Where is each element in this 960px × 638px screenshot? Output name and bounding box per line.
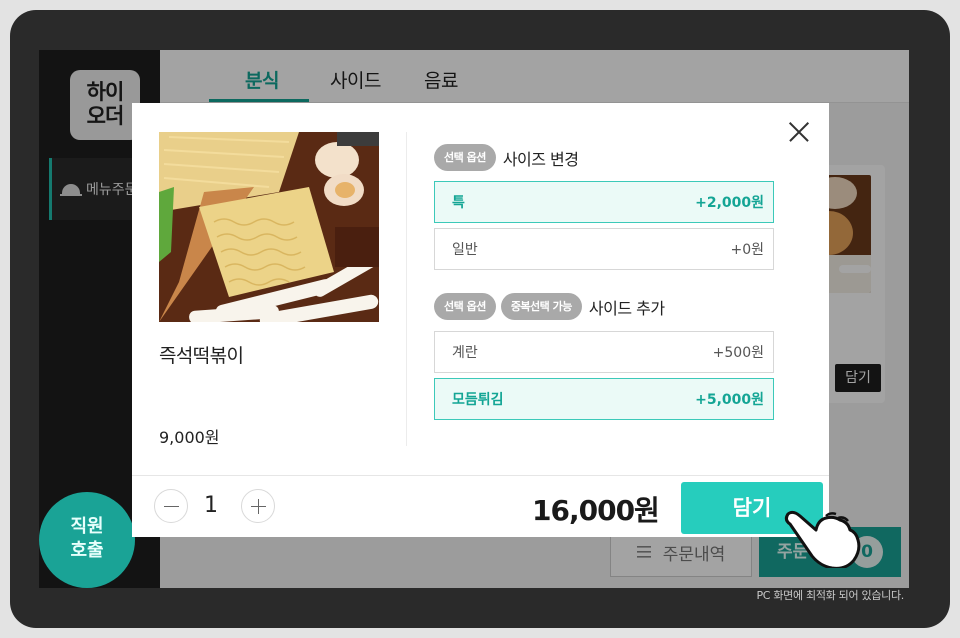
quantity-value: 1 (204, 493, 218, 518)
food-name: 즉석떡볶이 (159, 345, 244, 367)
decrease-quantity-button[interactable] (154, 489, 188, 523)
device-frame: PC 화면에 최적화 되어 있습니다. 하이 오더 메뉴주문 분식 사이드 음료 (0, 0, 960, 638)
option-side-egg[interactable]: 계란 +500원 (434, 331, 774, 373)
increase-quantity-button[interactable] (241, 489, 275, 523)
option-size-regular[interactable]: 일반 +0원 (434, 228, 774, 270)
badge-select-option: 선택 옵션 (434, 293, 496, 320)
option-group-title: 사이드 추가 (588, 298, 665, 318)
close-icon[interactable] (788, 121, 810, 143)
divider (406, 132, 407, 446)
pc-optimized-note: PC 화면에 최적화 되어 있습니다. (756, 589, 904, 602)
option-group-title: 사이즈 변경 (502, 149, 579, 169)
option-group-size-header: 선택 옵션 사이즈 변경 (434, 144, 579, 171)
option-group-side-header: 선택 옵션 중복선택 가능 사이드 추가 (434, 293, 665, 320)
tap-hand-icon (784, 510, 861, 568)
food-image (159, 132, 379, 322)
badge-select-option: 선택 옵션 (434, 144, 496, 171)
food-price: 9,000원 (159, 428, 220, 447)
badge-multi-select: 중복선택 가능 (500, 293, 582, 320)
option-side-fried[interactable]: 모듬튀김 +5,000원 (434, 378, 774, 420)
option-modal: 즉석떡볶이 9,000원 선택 옵션 사이즈 변경 특 +2,000원 일반 +… (132, 103, 829, 537)
footer-divider (132, 475, 829, 476)
total-price: 16,000원 (532, 494, 660, 527)
call-staff-button[interactable]: 직원 호출 (39, 492, 135, 588)
option-size-special[interactable]: 특 +2,000원 (434, 181, 774, 223)
